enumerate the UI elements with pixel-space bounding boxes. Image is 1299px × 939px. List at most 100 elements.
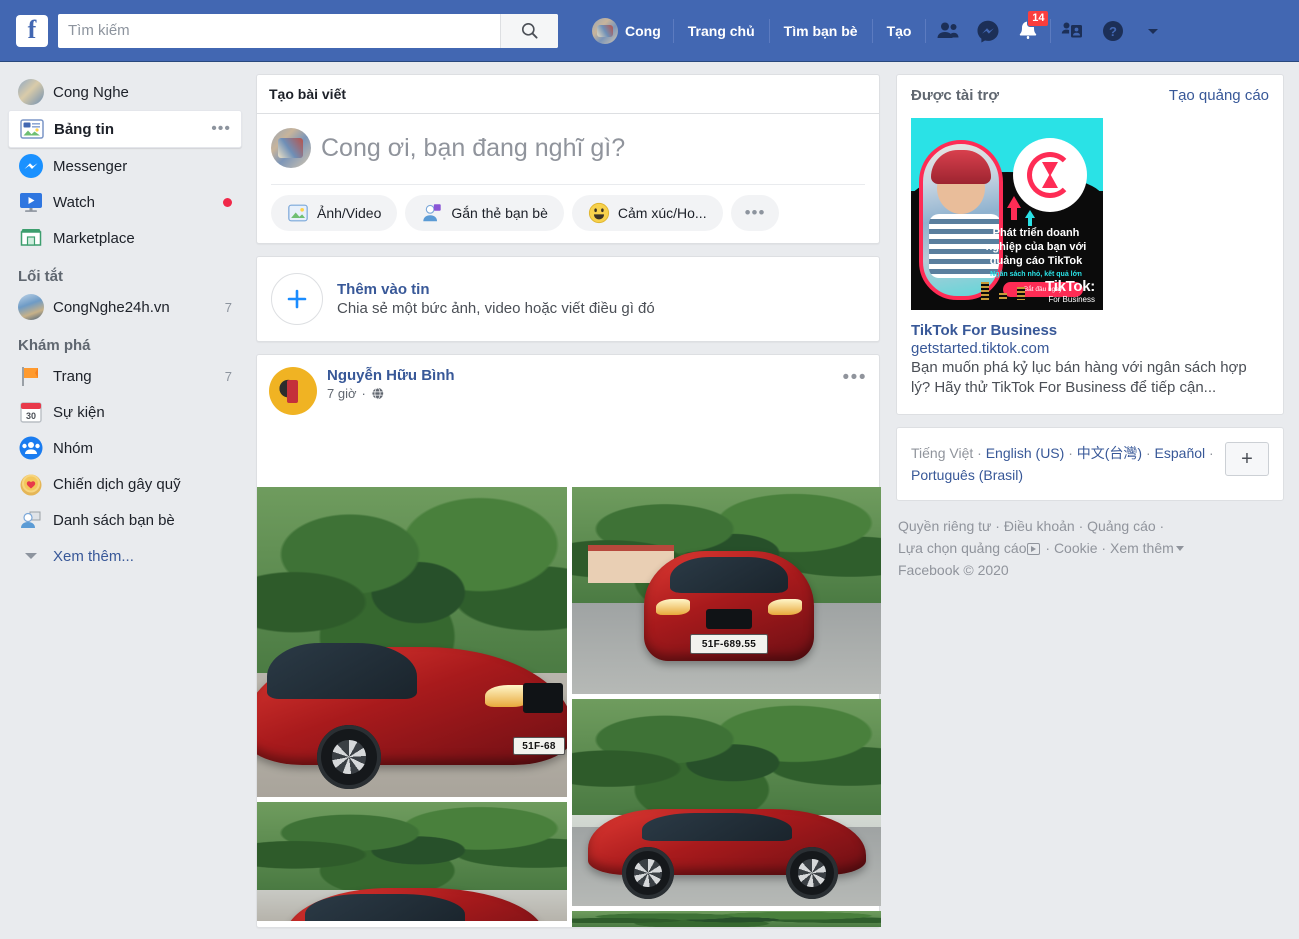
post-photo-4[interactable]	[257, 802, 567, 921]
chip-label: Ảnh/Video	[317, 205, 381, 221]
sidebar-item-watch[interactable]: Watch	[8, 184, 242, 220]
language-english[interactable]: English (US)	[986, 445, 1065, 461]
add-language-button[interactable]: +	[1225, 442, 1269, 476]
friend-requests-icon	[936, 19, 960, 43]
post-meta-separator: ·	[362, 386, 366, 401]
avatar	[592, 18, 618, 44]
nav-profile-button[interactable]: Cong	[582, 11, 671, 51]
divider	[769, 19, 770, 43]
sidebar-item-label: Trang	[53, 368, 92, 385]
post-photo-3[interactable]	[572, 699, 881, 906]
friend-requests-button[interactable]	[928, 11, 968, 51]
sponsored-header: Được tài trợ Tạo quảng cáo	[911, 87, 1269, 104]
feed-post: Nguyễn Hữu Bình 7 giờ · •••	[256, 354, 880, 928]
chip-label: Cảm xúc/Ho...	[618, 205, 707, 221]
post-meta: 7 giờ ·	[327, 386, 455, 401]
tiktok-logo: TikTok: For Business	[1045, 278, 1095, 304]
feeling-activity-icon	[588, 202, 610, 224]
footer-link-cookie[interactable]: Cookie	[1054, 540, 1098, 556]
groups-icon	[18, 435, 44, 461]
sidebar-item-newsfeed[interactable]: Bảng tin •••	[8, 110, 242, 148]
chevron-down-icon	[1145, 23, 1161, 39]
ad-description: Bạn muốn phá kỷ lục bán hàng với ngân sá…	[911, 358, 1269, 398]
license-plate: 51F-68	[513, 737, 565, 755]
divider	[1050, 19, 1051, 43]
post-timestamp[interactable]: 7 giờ	[327, 386, 357, 401]
create-post-title: Tạo bài viết	[257, 75, 879, 114]
fundraiser-icon	[18, 471, 44, 497]
adchoices-icon	[1027, 543, 1040, 555]
add-to-story-text: Thêm vào tin Chia sẻ một bức ảnh, video …	[337, 281, 655, 317]
notifications-badge: 14	[1027, 10, 1049, 27]
footer-link-privacy[interactable]: Quyền riêng tư	[898, 518, 991, 534]
post-photo-5[interactable]	[572, 911, 881, 927]
add-to-story-card[interactable]: Thêm vào tin Chia sẻ một bức ảnh, video …	[256, 256, 880, 342]
post-photo-2[interactable]: 51F-689.55	[572, 487, 881, 694]
language-portuguese[interactable]: Português (Brasil)	[911, 467, 1023, 483]
footer-links: Quyền riêng tư · Điều khoản · Quảng cáo …	[896, 501, 1284, 595]
sidebar-newsfeed-options[interactable]: •••	[211, 120, 231, 138]
post-photo-1[interactable]: 51F-68	[257, 487, 567, 797]
divider	[872, 19, 873, 43]
sponsored-ad-image[interactable]: Phát triển doanh nghiệp của bạn với quản…	[911, 118, 1103, 310]
language-spanish[interactable]: Español	[1155, 445, 1206, 461]
nav-link-home[interactable]: Trang chủ	[676, 11, 767, 51]
language-list: Tiếng Việt · English (US) · 中文(台灣) · Esp…	[911, 442, 1215, 486]
sidebar-item-profile[interactable]: Cong Nghe	[8, 74, 242, 110]
chevron-down-icon	[18, 543, 44, 569]
post-options-button[interactable]: •••	[843, 367, 867, 389]
more-post-options-button[interactable]: •••	[731, 195, 780, 231]
svg-text:?: ?	[1109, 24, 1117, 39]
sidebar-see-more[interactable]: Xem thêm...	[8, 538, 242, 574]
create-ad-link[interactable]: Tạo quảng cáo	[1169, 87, 1269, 104]
add-to-story-title: Thêm vào tin	[337, 281, 655, 298]
add-to-story-row[interactable]: Thêm vào tin Chia sẻ một bức ảnh, video …	[257, 257, 879, 341]
nav-link-create[interactable]: Tạo	[875, 11, 924, 51]
facebook-logo[interactable]: f	[16, 15, 48, 47]
add-to-story-subtitle: Chia sẻ một bức ảnh, video hoặc viết điề…	[337, 300, 655, 317]
sidebar-shortcuts-heading: Lối tắt	[8, 256, 242, 289]
footer-link-more[interactable]: Xem thêm	[1110, 540, 1174, 556]
sidebar-item-groups[interactable]: Nhóm	[8, 430, 242, 466]
tag-friends-button[interactable]: Gắn thẻ bạn bè	[405, 195, 564, 231]
account-dropdown-button[interactable]	[1133, 11, 1173, 51]
tiktok-logo-sub: For Business	[1045, 295, 1095, 304]
help-button[interactable]: ?	[1093, 11, 1133, 51]
quick-help-account-button[interactable]	[1053, 11, 1093, 51]
photo-video-button[interactable]: Ảnh/Video	[271, 195, 397, 231]
sidebar-item-friend-lists[interactable]: Danh sách bạn bè	[8, 502, 242, 538]
create-post-placeholder[interactable]: Cong ơi, bạn đang nghĩ gì?	[321, 134, 625, 163]
avatar[interactable]	[269, 367, 317, 415]
sidebar-item-fundraisers[interactable]: Chiến dịch gây quỹ	[8, 466, 242, 502]
pages-flag-icon	[18, 363, 44, 389]
sidebar-item-pages[interactable]: Trang 7	[8, 358, 242, 394]
tag-friends-icon	[421, 202, 443, 224]
sidebar-item-marketplace[interactable]: Marketplace	[8, 220, 242, 256]
search-input[interactable]	[58, 15, 500, 47]
language-selector-card: Tiếng Việt · English (US) · 中文(台灣) · Esp…	[896, 427, 1284, 501]
footer-link-ad-choices[interactable]: Lựa chọn quảng cáo	[898, 540, 1026, 556]
sponsored-card: Được tài trợ Tạo quảng cáo Phát triển do…	[896, 74, 1284, 415]
footer-link-advertising[interactable]: Quảng cáo	[1087, 518, 1156, 534]
post-text-body	[257, 425, 879, 487]
sidebar-item-messenger[interactable]: Messenger	[8, 148, 242, 184]
footer-link-terms[interactable]: Điều khoản	[1004, 518, 1075, 534]
sidebar-item-congnghe24h[interactable]: CongNghe24h.vn 7	[8, 289, 242, 325]
post-author-name[interactable]: Nguyễn Hữu Bình	[327, 367, 455, 384]
create-post-input-row[interactable]: Cong ơi, bạn đang nghĩ gì?	[257, 114, 879, 184]
messenger-icon	[976, 19, 1000, 43]
notifications-button[interactable]: 14	[1008, 11, 1048, 51]
create-post-card: Tạo bài viết Cong ơi, bạn đang nghĩ gì? …	[256, 74, 880, 244]
ad-title[interactable]: TikTok For Business	[911, 322, 1269, 339]
watch-icon	[18, 189, 44, 215]
feeling-activity-button[interactable]: Cảm xúc/Ho...	[572, 195, 723, 231]
ad-url[interactable]: getstarted.tiktok.com	[911, 340, 1269, 357]
search-button[interactable]	[500, 14, 558, 48]
sidebar-item-events[interactable]: 30 Sự kiện	[8, 394, 242, 430]
messenger-button[interactable]	[968, 11, 1008, 51]
messenger-icon	[18, 153, 44, 179]
nav-link-find-friends[interactable]: Tìm bạn bè	[772, 11, 870, 51]
globe-public-icon[interactable]	[371, 387, 384, 400]
license-plate: 51F-689.55	[690, 634, 768, 654]
language-chinese[interactable]: 中文(台灣)	[1077, 445, 1142, 461]
